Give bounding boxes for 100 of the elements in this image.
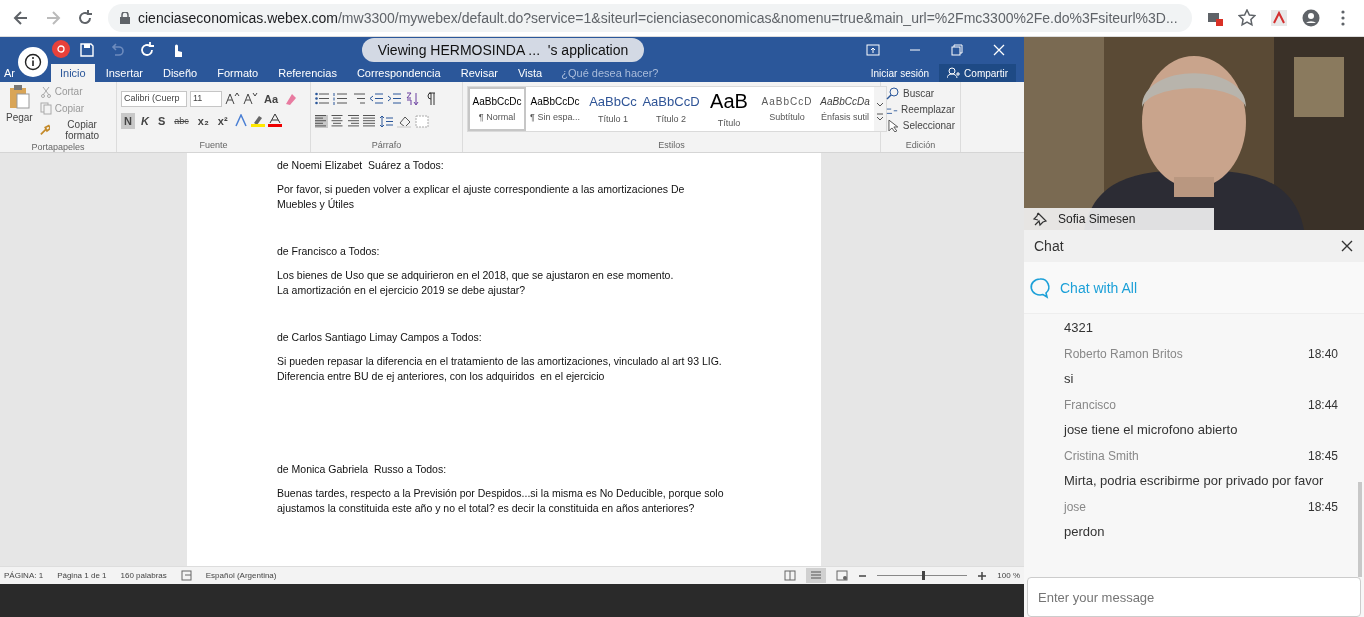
status-text: Español (Argentina) xyxy=(205,571,277,580)
message-input[interactable]: Enter your message xyxy=(1027,577,1361,617)
message-time: 18:45 xyxy=(1307,500,1338,514)
format-button[interactable]: K xyxy=(137,112,152,129)
shrink-font-icon xyxy=(243,92,258,105)
ribbon-tab[interactable]: Diseño xyxy=(154,64,207,82)
proofing-icon xyxy=(180,570,192,581)
style-item[interactable]: AaBbCcD Subtítulo xyxy=(758,87,816,131)
message-text: Buenas tardes, respecto a la Previsión por Despidos...si la misma es No Deducible, porque solo ajustamos la constituida este año y no el total? es decir la constituida en años anteriores? xyxy=(277,486,725,516)
editing-button[interactable]: Buscar xyxy=(885,86,956,101)
style-item[interactable]: AaBbCc Título 1 xyxy=(584,87,642,131)
chat-message: Mirta, podria escribirme por privado por favor xyxy=(1064,473,1325,488)
zoom-thumb[interactable] xyxy=(922,571,926,580)
star-icon[interactable] xyxy=(1238,9,1256,27)
group-label: Estilos xyxy=(657,140,686,152)
style-item[interactable]: AaB Título xyxy=(700,87,758,131)
chat-bubble-icon xyxy=(1028,275,1052,300)
clipboard-button[interactable]: Copiar formato xyxy=(38,118,112,142)
font-size-field[interactable]: 11 xyxy=(190,90,222,107)
address-bar[interactable]: cienciaseconomicas.webex.com/mw3300/mywebex/default.do?service=1&siteurl=cienciaseconomicas&nomenu=true&main_url=%2Fmc3300%2Fe.do%3Fsiteurl%3D... xyxy=(108,4,1192,32)
status-text: PÁGINA: 1 xyxy=(4,571,44,580)
web-layout-icon xyxy=(836,570,849,581)
editing-button[interactable]: Seleccionar xyxy=(885,118,956,133)
style-item[interactable]: AaBbCcDa Énfasis sutil xyxy=(816,87,874,131)
save-icon[interactable] xyxy=(78,40,96,59)
group-label: Edición xyxy=(904,140,937,152)
chat-message: 4321 xyxy=(1064,320,1094,335)
search-hint[interactable]: ¿Qué desea hacer? xyxy=(561,64,659,82)
ribbon-tab[interactable]: Inicio xyxy=(51,64,95,82)
chat-message: perdon xyxy=(1064,524,1106,539)
read-mode-icon xyxy=(784,570,797,581)
lock-icon xyxy=(120,12,130,24)
ribbon-tab[interactable]: Insertar xyxy=(96,64,152,82)
format-button[interactable]: S xyxy=(154,112,169,129)
group-label: Párrafo xyxy=(370,140,403,152)
ribbon-tab[interactable]: Revisar xyxy=(451,64,507,82)
ribbon-tab[interactable]: Ar xyxy=(0,64,15,82)
person-add-icon xyxy=(947,67,961,79)
account-icon[interactable] xyxy=(1302,9,1320,27)
sign-in-link[interactable]: Iniciar sesión xyxy=(866,64,934,82)
participant-name: Sofia Simesen xyxy=(1058,212,1136,226)
ribbon-tab[interactable]: Formato xyxy=(208,64,268,82)
share-button[interactable]: Compartir xyxy=(939,64,1016,82)
increase-indent-icon xyxy=(387,92,402,105)
align-center-icon xyxy=(331,115,344,128)
bullets-icon xyxy=(315,92,330,105)
style-item[interactable]: AaBbCcDc ¶ Sin espa... xyxy=(526,87,584,131)
multilevel-list-icon xyxy=(351,92,366,105)
message-text: Los bienes de Uso que se adquirieron en el 2018, que se ajustaron en ese momento. La amortización en el ejercicio 2019 se debe ajustar? xyxy=(277,268,675,298)
format-button[interactable]: N xyxy=(121,112,135,129)
sharing-toast: Viewing HERMOSINDA ... 's application xyxy=(362,38,644,62)
font-name-field[interactable]: Calibri (Cuerp xyxy=(121,90,187,107)
pdf-extension-icon[interactable] xyxy=(1270,9,1288,27)
clear-format-icon xyxy=(284,92,299,105)
chat-message: jose tiene el microfono abierto xyxy=(1064,422,1239,437)
message-time: 18:40 xyxy=(1307,347,1338,361)
line-spacing-icon xyxy=(379,115,394,128)
chat-title: Chat xyxy=(1034,238,1064,254)
redo-icon[interactable] xyxy=(138,40,156,59)
message-heading: de Noemi Elizabet Suárez a Todos: xyxy=(277,158,445,172)
sender-name: Cristina Smith xyxy=(1064,449,1139,463)
format-button[interactable]: abc xyxy=(171,112,192,129)
back-icon[interactable] xyxy=(12,9,30,27)
sender-name: jose xyxy=(1064,500,1086,514)
justify-icon xyxy=(363,115,376,128)
sort-icon xyxy=(405,92,420,105)
close-icon[interactable] xyxy=(1340,239,1354,253)
font-color-icon xyxy=(267,114,282,127)
change-case-button[interactable]: Aa xyxy=(261,90,282,107)
shading-icon xyxy=(397,115,412,128)
editing-button[interactable]: Reemplazar xyxy=(885,102,956,117)
status-text: 160 palabras xyxy=(120,571,167,580)
url-text: cienciaseconomicas.webex.com/mw3300/mywebex/default.do?service=1&siteurl=cienciaseconomicas&nomenu=true&main_url=%2Fmc3300%2Fe.do%3Fsiteurl%3D... xyxy=(138,10,1178,26)
format-button[interactable]: x₂ xyxy=(194,112,212,129)
group-label: Portapapeles xyxy=(30,142,86,154)
format-button[interactable]: x² xyxy=(214,112,231,129)
copy-icon xyxy=(39,102,52,115)
numbering-icon xyxy=(333,92,348,105)
ribbon-tab[interactable]: Vista xyxy=(509,64,552,82)
align-left-icon xyxy=(315,115,328,128)
brush-icon xyxy=(39,123,51,137)
record-icon xyxy=(57,45,65,53)
decrease-indent-icon xyxy=(369,92,384,105)
print-layout-icon xyxy=(806,568,827,583)
ribbon-tab[interactable]: Correspondencia xyxy=(347,64,450,82)
message-heading: de Monica Gabriela Russo a Todos: xyxy=(277,462,448,476)
pin-icon[interactable] xyxy=(1032,211,1048,227)
scissors-icon xyxy=(39,85,52,98)
style-item[interactable]: AaBbCcD Título 2 xyxy=(642,87,700,131)
message-text: Si pueden repasar la diferencia en el tratamiento de las amortizaciones, vinculado al art 93 LIG. Diferencia entre BU de ej anteriores, con los adquiridos en el ejercicio xyxy=(277,354,723,384)
status-text: Página 1 de 1 xyxy=(57,571,107,580)
sender-name: Francisco xyxy=(1064,398,1116,412)
zoom-in-icon xyxy=(977,570,988,581)
style-item[interactable]: AaBbCcDc ¶ Normal xyxy=(468,87,526,131)
grow-font-icon xyxy=(225,92,240,105)
ribbon-tab[interactable]: Referencias xyxy=(269,64,346,82)
paste-button[interactable]: Pegar xyxy=(4,84,35,142)
info-icon xyxy=(23,52,43,72)
align-right-icon xyxy=(347,115,360,128)
reload-icon[interactable] xyxy=(76,9,94,27)
